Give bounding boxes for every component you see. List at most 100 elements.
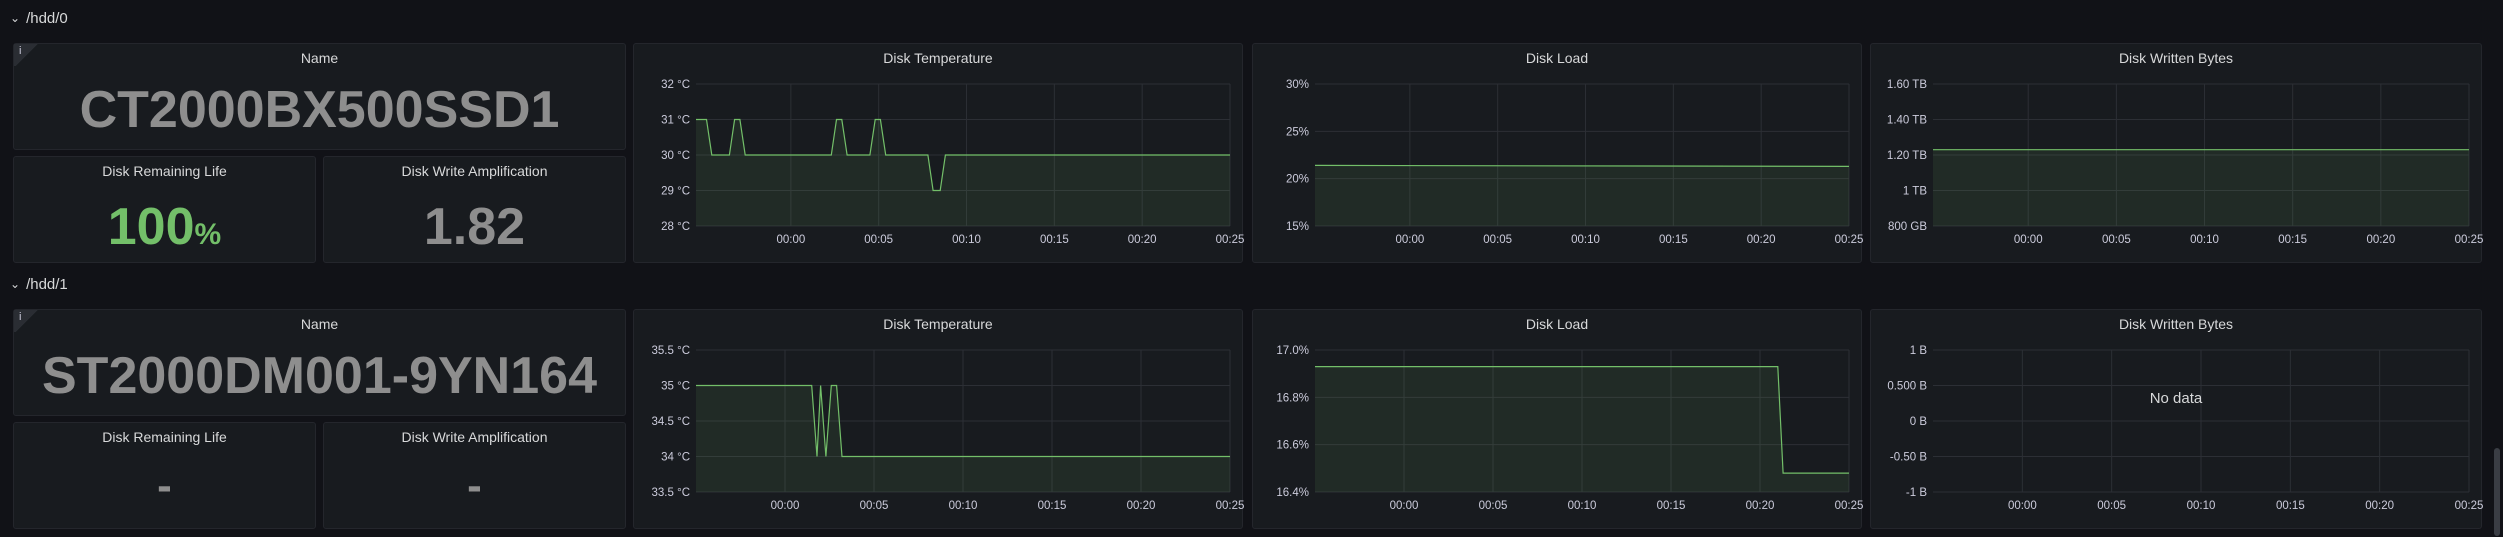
remaining-life-panel: Disk Remaining Life -	[13, 422, 316, 529]
y-tick-label: 32 °C	[661, 79, 690, 91]
x-tick-label: 00:00	[1395, 234, 1424, 246]
x-tick-label: 00:15	[2276, 500, 2305, 512]
disk-name-value: CT2000BX500SSD1	[79, 81, 560, 139]
y-tick-label: 30%	[1286, 79, 1309, 91]
x-tick-label: 00:00	[771, 500, 800, 512]
y-tick-label: 1 TB	[1903, 186, 1927, 198]
y-tick-label: 28 °C	[661, 221, 690, 233]
x-tick-label: 00:05	[2097, 500, 2126, 512]
disk-written-bytes-panel: Disk Written Bytes 1.60 TB 1.40 TB 1.20 TB…	[1870, 43, 2483, 263]
x-tick-label: 00:15	[1038, 500, 1067, 512]
panel-title: Disk Remaining Life	[102, 163, 227, 179]
x-tick-label: 00:20	[1127, 500, 1156, 512]
y-tick-label: -0.50 B	[1890, 452, 1927, 464]
x-tick-label: 00:10	[952, 234, 981, 246]
panel-title: Disk Write Amplification	[401, 429, 548, 445]
y-tick-label: 33.5 °C	[652, 487, 690, 499]
x-tick-label: 00:05	[864, 234, 893, 246]
temperature-chart: 32 °C 31 °C 30 °C 29 °C 28 °C 00:00 00:05 00:10…	[661, 79, 1244, 246]
write-amplification-panel: Disk Write Amplification -	[323, 422, 626, 529]
x-tick-label: 00:10	[1568, 500, 1597, 512]
y-tick-label: 15%	[1286, 221, 1309, 233]
load-chart: 17.0% 16.8% 16.6% 16.4% 00:00 00:05 00:10 00:15…	[1276, 345, 1863, 512]
load-chart: 30% 25% 20% 15% 00:00 00:05 00:10 00:15 00:20 00:…	[1286, 79, 1863, 246]
x-tick-label: 00:20	[1747, 234, 1776, 246]
y-tick-label: 16.4%	[1276, 487, 1309, 499]
x-tick-label: 00:20	[2365, 500, 2394, 512]
x-tick-label: 00:20	[2366, 234, 2395, 246]
written-bytes-chart: 1.60 TB 1.40 TB 1.20 TB 1 TB 800 GB 00:00 00:0…	[1887, 79, 2483, 246]
x-tick-label: 00:15	[1657, 500, 1686, 512]
x-tick-label: 00:20	[1746, 500, 1775, 512]
disk-temperature-panel: Disk Temperature 35.5 °C 35 °C 34.5 °C 34 °…	[633, 309, 1244, 529]
disk-load-panel: Disk Load 30% 25% 20% 15% 00:00 00:05 00:10 00:…	[1252, 43, 1863, 263]
panel-title: Name	[300, 316, 339, 332]
series-area	[1315, 366, 1849, 492]
y-tick-label: 0 B	[1910, 416, 1928, 428]
y-tick-label: 35.5 °C	[652, 345, 690, 357]
x-tick-label: 00:25	[1216, 500, 1244, 512]
disk-load-panel: Disk Load 17.0% 16.8% 16.6% 16.4% 00:00 00:05…	[1252, 309, 1863, 529]
remaining-life-panel: Disk Remaining Life 100%	[13, 156, 316, 263]
chevron-down-icon: ⌄	[10, 277, 21, 291]
x-tick-label: 00:25	[1216, 234, 1244, 246]
write-amplification-value: 1.82	[423, 198, 526, 256]
x-tick-label: 00:10	[2190, 234, 2219, 246]
name-panel: i Name ST2000DM001-9YN164	[13, 309, 626, 416]
y-tick-label: 25%	[1286, 126, 1309, 138]
x-tick-label: 00:05	[2102, 234, 2131, 246]
chevron-down-icon: ⌄	[10, 11, 21, 25]
write-amplification-panel: Disk Write Amplification 1.82	[323, 156, 626, 263]
x-tick-label: 00:15	[1040, 234, 1069, 246]
x-tick-label: 00:25	[2455, 500, 2483, 512]
x-tick-label: 00:10	[1571, 234, 1600, 246]
y-tick-label: 20%	[1286, 174, 1309, 186]
x-tick-label: 00:25	[1835, 500, 1863, 512]
panel-title: Disk Write Amplification	[401, 163, 548, 179]
x-tick-label: 00:10	[949, 500, 978, 512]
x-tick-label: 00:00	[1390, 500, 1419, 512]
x-tick-label: 00:00	[2014, 234, 2043, 246]
x-tick-label: 00:00	[776, 234, 805, 246]
panel-title: Name	[300, 50, 339, 66]
row-header-hdd1[interactable]: ⌄ /hdd/1	[10, 272, 68, 296]
y-tick-label: 31 °C	[661, 115, 690, 127]
y-tick-label: 1.40 TB	[1887, 115, 1927, 127]
x-tick-label: 00:05	[1479, 500, 1508, 512]
row-title: /hdd/1	[26, 275, 68, 293]
disk-temperature-panel: Disk Temperature 32 °C 31 °C 30 °C 29 °C 28 …	[633, 43, 1244, 263]
panel-title: Disk Remaining Life	[102, 429, 227, 445]
y-tick-label: 16.6%	[1276, 440, 1309, 452]
no-data-message: No data	[2149, 390, 2203, 407]
row-title: /hdd/0	[26, 9, 68, 27]
x-tick-label: 00:05	[1483, 234, 1512, 246]
series-area	[696, 119, 1230, 226]
remaining-life-value: -	[157, 461, 172, 510]
y-tick-label: 16.8%	[1276, 392, 1309, 404]
row-header-hdd0[interactable]: ⌄ /hdd/0	[10, 6, 68, 30]
series-area	[1933, 149, 2469, 226]
y-tick-label: 34 °C	[661, 452, 690, 464]
y-tick-label: 1.60 TB	[1887, 79, 1927, 91]
y-tick-label: 800 GB	[1888, 221, 1927, 233]
x-tick-label: 00:00	[2008, 500, 2037, 512]
scrollbar[interactable]	[2494, 448, 2500, 536]
disk-name-value: ST2000DM001-9YN164	[42, 347, 597, 405]
unit-label: %	[194, 218, 222, 251]
x-tick-label: 00:25	[1835, 234, 1863, 246]
y-tick-label: -1 B	[1906, 487, 1927, 499]
y-tick-label: 29 °C	[661, 186, 690, 198]
x-tick-label: 00:20	[1128, 234, 1157, 246]
disk-written-bytes-panel: Disk Written Bytes 1 B 0.500 B0 B -0.50 B-…	[1870, 309, 2483, 529]
series-area	[1315, 165, 1849, 226]
x-tick-label: 00:15	[1659, 234, 1688, 246]
y-tick-label: 30 °C	[661, 150, 690, 162]
written-bytes-chart: 1 B0.500 B0 B-0.50 B-1 B00:00 00:05 00:10 0…	[1887, 345, 2483, 512]
y-tick-label: 1.20 TB	[1887, 150, 1927, 162]
write-amplification-value: -	[467, 461, 482, 510]
x-tick-label: 00:15	[2278, 234, 2307, 246]
x-tick-label: 00:10	[2187, 500, 2216, 512]
x-tick-label: 00:05	[860, 500, 889, 512]
y-tick-label: 34.5 °C	[652, 416, 690, 428]
x-tick-label: 00:25	[2455, 234, 2483, 246]
